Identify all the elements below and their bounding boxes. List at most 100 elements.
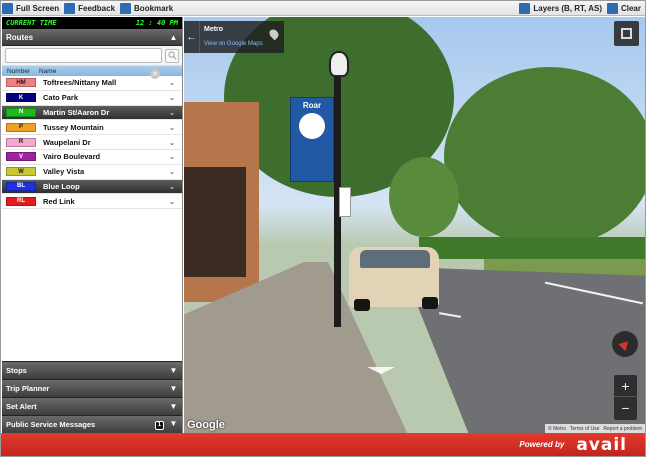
route-row[interactable]: N Martin St/Aaron Dr ⌄ xyxy=(2,105,182,121)
set-alert-panel-header[interactable]: Set Alert ▼ xyxy=(2,397,182,415)
route-search-row xyxy=(2,46,182,66)
app-window: Full Screen Feedback Bookmark Layers (B,… xyxy=(0,0,646,457)
set-alert-title: Set Alert xyxy=(6,402,37,411)
fullscreen-icon xyxy=(621,28,632,39)
chevron-down-icon[interactable]: ⌄ xyxy=(162,93,182,102)
feedback-button[interactable]: Feedback xyxy=(63,1,119,16)
chevron-down-icon[interactable]: ⌄ xyxy=(162,152,182,161)
street-banner: Roar xyxy=(290,97,334,182)
street-view-fullscreen-button[interactable] xyxy=(614,21,639,46)
routes-title: Routes xyxy=(6,32,34,42)
routes-panel-header[interactable]: Routes ▲ xyxy=(2,29,182,46)
chevron-down-icon: ▼ xyxy=(169,419,178,428)
route-search-input[interactable] xyxy=(5,48,162,63)
route-row[interactable]: RL Red Link ⌄ xyxy=(2,194,182,210)
filter-icon xyxy=(519,2,531,14)
route-row[interactable]: BL Blue Loop ⌄ xyxy=(2,179,182,195)
chevron-down-icon[interactable]: ⌄ xyxy=(162,197,182,206)
footer: Powered by avail xyxy=(1,433,645,456)
street-view-info-box: ← Metro View on Google Maps xyxy=(184,21,284,53)
street-lamp xyxy=(329,51,349,77)
trip-planner-panel-header[interactable]: Trip Planner ▼ xyxy=(2,379,182,397)
clear-label: Clear xyxy=(620,3,641,13)
report-problem-link[interactable]: Report a problem xyxy=(603,426,642,432)
terms-of-use-link[interactable]: Terms of Use xyxy=(570,426,599,432)
route-name: Blue Loop xyxy=(43,181,80,191)
full-screen-button[interactable]: Full Screen xyxy=(1,1,63,16)
route-name: Red Link xyxy=(43,196,75,206)
close-icon xyxy=(606,2,618,14)
route-row[interactable]: K Cato Park ⌄ xyxy=(2,90,182,106)
route-row[interactable]: W Valley Vista ⌄ xyxy=(2,164,182,180)
layers-button[interactable]: Layers (B, RT, AS) xyxy=(518,1,606,16)
column-number: Number xyxy=(7,67,31,75)
paw-icon xyxy=(299,113,325,139)
clear-search-icon[interactable]: ✕ xyxy=(150,69,160,79)
clock-label: CURRENT TIME xyxy=(6,19,57,27)
sidebar: CURRENT TIME 12 : 40 PM Routes ▲ ✕ Numbe… xyxy=(2,17,183,433)
route-badge: N xyxy=(6,107,36,117)
route-name: Vairo Boulevard xyxy=(43,152,101,162)
psm-panel-header[interactable]: Public Service Messages 1 ▼ xyxy=(2,415,182,433)
car-wheel xyxy=(354,299,370,311)
clear-button[interactable]: Clear xyxy=(606,1,645,16)
route-badge: P xyxy=(6,122,36,132)
expand-icon xyxy=(2,2,13,14)
copyright-text: © Metro xyxy=(548,425,566,432)
zoom-out-button[interactable]: − xyxy=(614,397,637,419)
route-badge: R xyxy=(6,137,36,147)
avail-logo: avail xyxy=(576,434,627,455)
layers-label: Layers (B, RT, AS) xyxy=(533,3,602,13)
chevron-down-icon[interactable]: ⌄ xyxy=(162,78,182,87)
stops-panel-header[interactable]: Stops ▼ xyxy=(2,361,182,379)
top-toolbar: Full Screen Feedback Bookmark Layers (B,… xyxy=(1,1,645,16)
route-row[interactable]: V Vairo Boulevard ⌄ xyxy=(2,149,182,165)
route-badge: W xyxy=(6,167,36,177)
chevron-down-icon[interactable]: ⌄ xyxy=(162,123,182,132)
bookmark-label: Bookmark xyxy=(134,3,174,13)
route-badge: K xyxy=(6,93,36,103)
route-row[interactable]: P Tussey Mountain ⌄ xyxy=(2,120,182,136)
psm-title: Public Service Messages xyxy=(6,420,96,429)
route-badge: V xyxy=(6,152,36,162)
route-list: HM Toftrees/Nittany Mall ⌄ K Cato Park ⌄ N Mart… xyxy=(2,76,182,210)
chevron-down-icon[interactable]: ⌄ xyxy=(162,108,182,117)
clock-time: 12 : 40 PM xyxy=(135,19,178,27)
search-icon[interactable] xyxy=(165,48,179,63)
psm-count-badge: 1 xyxy=(154,421,164,430)
bottom-panels: Stops ▼ Trip Planner ▼ Set Alert ▼ Publi… xyxy=(2,361,182,433)
route-row[interactable]: R Waupelani Dr ⌄ xyxy=(2,135,182,150)
tree-canopy xyxy=(444,67,645,247)
route-badge: RL xyxy=(6,196,36,206)
mail-icon xyxy=(64,2,76,14)
street-view[interactable]: Roar ← Metro View on Google Maps + − Goo… xyxy=(184,17,645,433)
parking-sign xyxy=(339,187,351,217)
route-name: Valley Vista xyxy=(43,167,85,177)
car-window xyxy=(360,250,430,268)
chevron-down-icon[interactable]: ⌄ xyxy=(162,182,182,191)
powered-by-label: Powered by xyxy=(519,440,565,449)
route-badge: BL xyxy=(6,181,36,191)
route-badge: HM xyxy=(6,78,36,88)
zoom-in-button[interactable]: + xyxy=(614,375,637,397)
view-on-google-maps-link[interactable]: View on Google Maps xyxy=(204,41,263,47)
bookmark-icon xyxy=(120,2,132,14)
route-name: Tussey Mountain xyxy=(43,122,104,132)
chevron-down-icon[interactable]: ⌄ xyxy=(162,138,182,147)
zoom-control: + − xyxy=(614,375,637,420)
street-view-terms-bar: © Metro Terms of Use Report a problem xyxy=(545,424,645,433)
feedback-label: Feedback xyxy=(78,3,116,13)
back-arrow-icon[interactable]: ← xyxy=(184,21,200,53)
route-name: Cato Park xyxy=(43,93,79,103)
route-name: Toftrees/Nittany Mall xyxy=(43,78,117,88)
map-pin-icon xyxy=(267,27,281,41)
full-screen-label: Full Screen xyxy=(16,3,60,13)
chevron-down-icon[interactable]: ⌄ xyxy=(162,167,182,176)
route-name: Waupelani Dr xyxy=(43,137,91,147)
compass-icon[interactable] xyxy=(612,331,638,357)
stops-title: Stops xyxy=(6,366,27,375)
bookmark-button[interactable]: Bookmark xyxy=(119,1,177,16)
hedge xyxy=(419,237,645,259)
storefront xyxy=(184,167,246,277)
navigation-arrow-icon[interactable] xyxy=(367,367,395,374)
